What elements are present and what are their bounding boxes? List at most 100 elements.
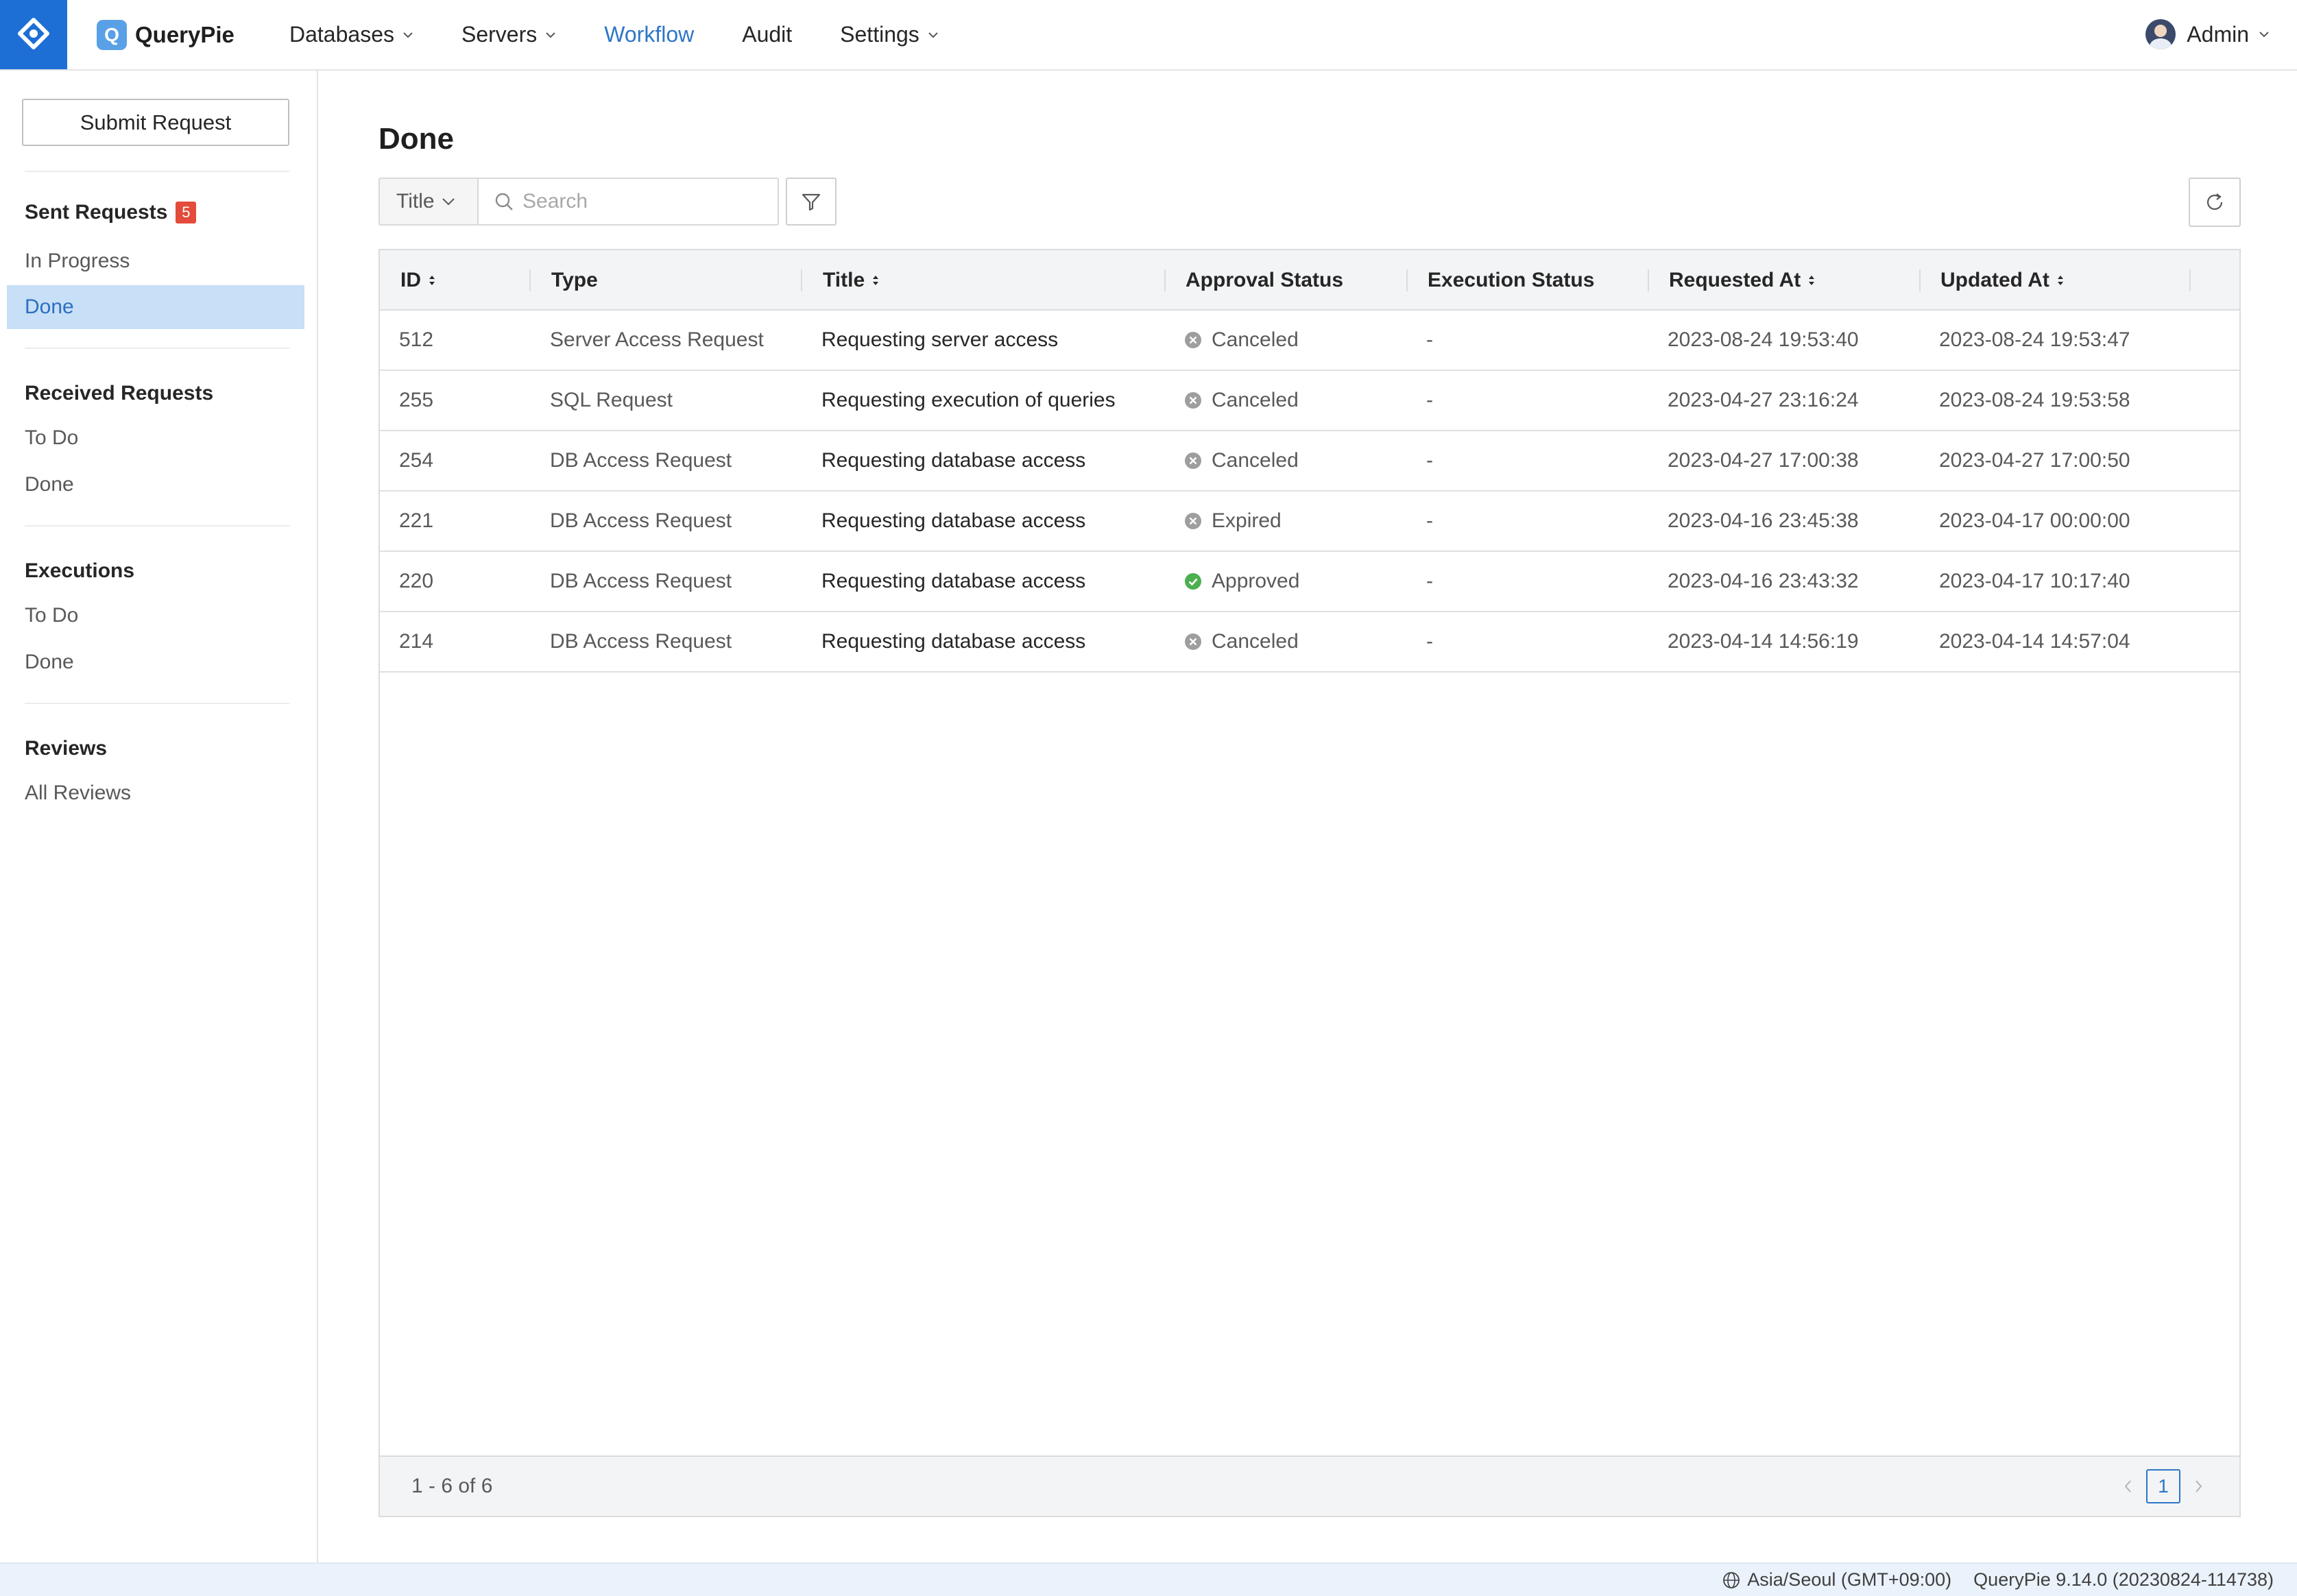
user-menu[interactable]: Admin: [2145, 18, 2270, 51]
reviews-label: Reviews: [25, 737, 108, 760]
table-row[interactable]: 214 DB Access Request Requesting databas…: [380, 612, 2239, 673]
table-row[interactable]: 255 SQL Request Requesting execution of …: [380, 371, 2239, 431]
column-header-label: Approval Status: [1186, 269, 1344, 291]
pagination-range: 1 - 6 of 6: [411, 1475, 493, 1497]
column-header-execution-status: Execution Status: [1428, 250, 1594, 311]
sidebar-item-label: To Do: [25, 604, 79, 627]
sidebar-item-executions-done[interactable]: Done: [7, 640, 304, 684]
cell-updated-at: 2023-04-27 17:00:50: [1939, 449, 2130, 472]
table-header: ID Type Title Approval Status Execution …: [380, 250, 2239, 311]
cell-title: Requesting database access: [821, 570, 1086, 592]
timezone-label[interactable]: Asia/Seoul (GMT+09:00): [1747, 1569, 1951, 1591]
column-header-approval-status: Approval Status: [1186, 250, 1343, 311]
filter-button[interactable]: [786, 178, 837, 226]
cell-requested-at: 2023-04-14 14:56:19: [1668, 630, 1859, 653]
expired-status-icon: [1185, 513, 1201, 529]
nav-databases-label: Databases: [289, 22, 394, 47]
next-page-icon[interactable]: [2193, 1478, 2204, 1495]
cell-approval-status: Canceled: [1184, 431, 1299, 490]
refresh-icon: [2206, 193, 2223, 210]
nav-servers[interactable]: Servers: [461, 22, 556, 47]
status-bar: Asia/Seoul (GMT+09:00) QueryPie 9.14.0 (…: [0, 1562, 2297, 1596]
cell-id: 512: [399, 328, 434, 351]
sidebar-item-received-todo[interactable]: To Do: [7, 416, 304, 460]
sidebar-item-received-done[interactable]: Done: [7, 463, 304, 507]
nav-databases[interactable]: Databases: [289, 22, 413, 47]
user-name: Admin: [2187, 21, 2249, 47]
approved-check-icon: [1185, 573, 1201, 590]
sidebar-item-label: All Reviews: [25, 782, 132, 804]
sent-requests-label: Sent Requests: [25, 201, 168, 223]
nav-audit[interactable]: Audit: [742, 22, 792, 47]
column-divider: [1406, 269, 1408, 291]
canceled-status-icon: [1185, 452, 1201, 469]
requests-table: ID Type Title Approval Status Execution …: [378, 249, 2241, 1517]
table-row[interactable]: 512 Server Access Request Requesting ser…: [380, 311, 2239, 371]
brand[interactable]: Q QueryPie: [97, 20, 234, 50]
cell-title: Requesting server access: [821, 328, 1059, 351]
canceled-status-icon: [1185, 633, 1201, 650]
chevron-down-icon: [928, 32, 938, 38]
cell-approval-status: Canceled: [1184, 612, 1299, 671]
avatar: [2145, 19, 2176, 49]
cell-approval-status: Expired: [1184, 492, 1282, 551]
column-divider: [1919, 269, 1921, 291]
table-row[interactable]: 254 DB Access Request Requesting databas…: [380, 431, 2239, 492]
approval-status-label: Canceled: [1212, 630, 1299, 653]
column-divider: [801, 269, 802, 291]
version-label: QueryPie 9.14.0 (20230824-114738): [1973, 1569, 2274, 1590]
cell-execution-status: -: [1426, 630, 1433, 653]
approval-status-label: Approved: [1212, 570, 1300, 592]
search-input[interactable]: [522, 190, 769, 213]
main-nav: Databases Servers Workflow Audit Setting…: [289, 0, 987, 69]
sidebar-item-sent-in-progress[interactable]: In Progress: [7, 239, 304, 283]
cell-execution-status: -: [1426, 570, 1433, 592]
querypie-logo-icon: [18, 18, 49, 49]
column-divider: [1648, 269, 1649, 291]
brand-name: QueryPie: [135, 22, 234, 47]
sidebar-item-label: Done: [25, 651, 74, 673]
chevron-down-icon: [546, 32, 555, 38]
received-requests-heading: Received Requests: [25, 382, 213, 405]
cell-title: Requesting database access: [821, 509, 1086, 532]
cell-id: 255: [399, 389, 434, 411]
sidebar-item-sent-done[interactable]: Done: [7, 285, 304, 329]
nav-workflow-label: Workflow: [604, 22, 695, 47]
page-number-current[interactable]: 1: [2146, 1469, 2180, 1503]
column-header-label: Execution Status: [1428, 269, 1595, 291]
search-field-select[interactable]: Title: [378, 178, 477, 226]
cell-type: DB Access Request: [550, 630, 732, 653]
top-navigation-bar: Q QueryPie Databases Servers Workflow Au…: [0, 0, 2297, 71]
column-header-label: Type: [551, 269, 598, 291]
column-header-label: Requested At: [1669, 269, 1801, 291]
sidebar-item-label: Done: [25, 473, 74, 496]
column-header-id[interactable]: ID: [400, 250, 436, 311]
cell-requested-at: 2023-04-16 23:43:32: [1668, 570, 1859, 592]
chevron-down-icon: [403, 32, 413, 38]
column-header-label: Updated At: [1940, 269, 2049, 291]
refresh-button[interactable]: [2189, 178, 2241, 227]
cell-updated-at: 2023-04-14 14:57:04: [1939, 630, 2130, 653]
cell-requested-at: 2023-04-27 17:00:38: [1668, 449, 1859, 472]
nav-settings[interactable]: Settings: [840, 22, 939, 47]
nav-workflow[interactable]: Workflow: [604, 22, 694, 47]
table-row[interactable]: 220 DB Access Request Requesting databas…: [380, 552, 2239, 612]
sent-requests-count-badge: 5: [176, 202, 197, 223]
sidebar-item-all-reviews[interactable]: All Reviews: [7, 771, 304, 815]
sidebar-divider: [25, 171, 289, 172]
approval-status-label: Canceled: [1212, 389, 1299, 411]
table-row[interactable]: 221 DB Access Request Requesting databas…: [380, 492, 2239, 552]
sort-icon: [1809, 276, 1815, 285]
prev-page-icon[interactable]: [2123, 1478, 2134, 1495]
submit-request-button[interactable]: Submit Request: [22, 99, 289, 146]
app-logo[interactable]: [0, 0, 67, 69]
cell-approval-status: Canceled: [1184, 311, 1299, 370]
column-header-updated-at[interactable]: Updated At: [1940, 250, 2065, 311]
sort-icon: [2057, 276, 2063, 285]
column-header-title[interactable]: Title: [823, 250, 880, 311]
column-header-requested-at[interactable]: Requested At: [1669, 250, 1816, 311]
brand-q-icon: Q: [97, 20, 127, 50]
sidebar-item-executions-todo[interactable]: To Do: [7, 594, 304, 638]
search-icon: [495, 193, 513, 210]
approval-status-label: Expired: [1212, 509, 1282, 532]
